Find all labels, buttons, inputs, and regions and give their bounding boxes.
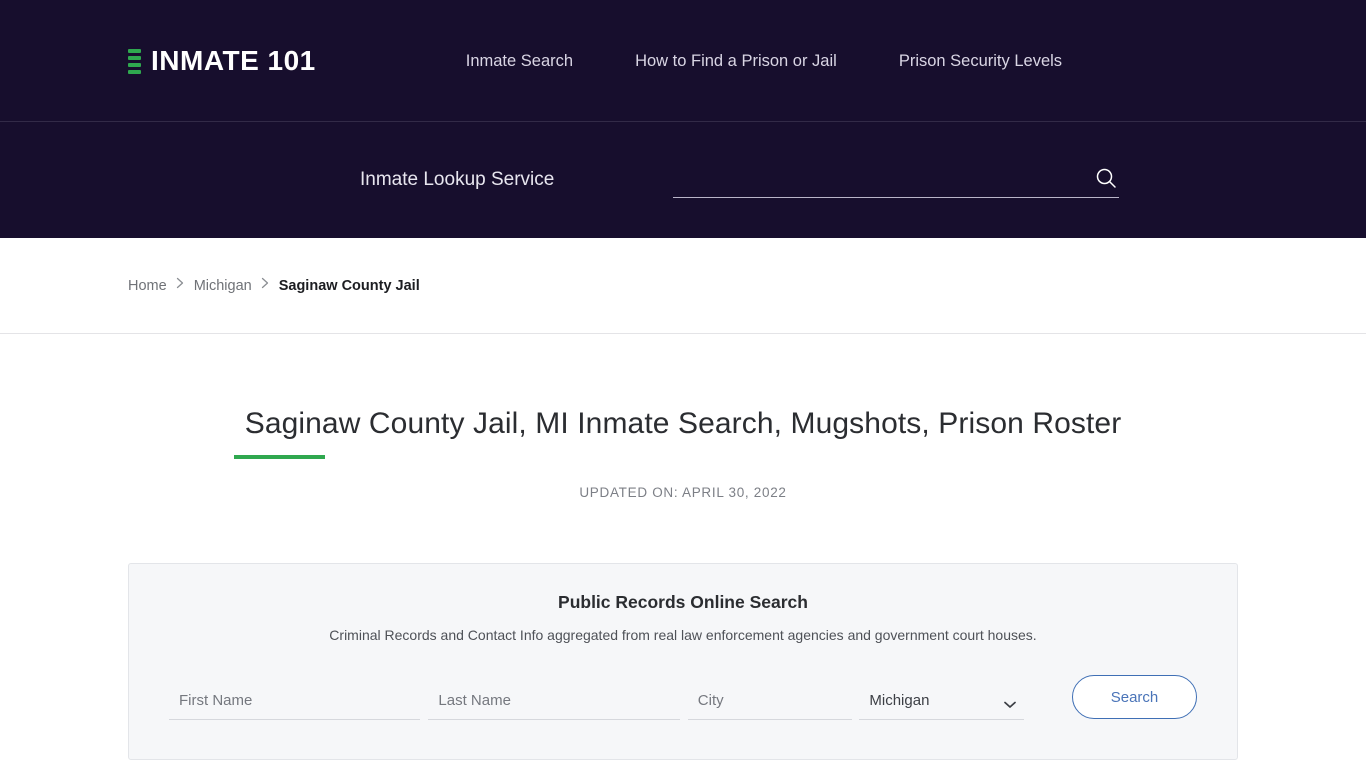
breadcrumb-chevron-right-icon-2 <box>261 277 270 292</box>
first-name-field <box>169 686 421 720</box>
logo-bars-icon <box>128 48 141 75</box>
city-field <box>687 686 853 720</box>
state-select[interactable]: Michigan <box>859 688 1024 717</box>
public-records-search-panel: Public Records Online Search Criminal Re… <box>128 563 1238 760</box>
breadcrumb: Home Michigan Saginaw County Jail <box>128 278 420 294</box>
last-name-field <box>428 686 680 720</box>
public-records-title: Public Records Online Search <box>558 592 808 612</box>
site-search-submit-button[interactable] <box>1095 167 1117 189</box>
search-icon <box>1095 168 1117 192</box>
page-title: Saginaw County Jail, MI Inmate Search, M… <box>244 407 1122 440</box>
inmate-lookup-bar: Inmate Lookup Service <box>0 122 1366 238</box>
first-name-input[interactable] <box>169 688 421 717</box>
breadcrumb-item-michigan[interactable]: Michigan <box>194 278 252 294</box>
header-divider <box>0 121 1366 122</box>
last-updated-text: UPDATED ON: APRIL 30, 2022 <box>579 485 787 500</box>
nav-item-inmate-search[interactable]: Inmate Search <box>466 52 573 71</box>
inmate-lookup-service-label: Inmate Lookup Service <box>360 169 555 190</box>
breadcrumb-chevron-right-icon <box>176 277 185 292</box>
lookup-bar-inner: Inmate Lookup Service <box>0 162 1366 198</box>
title-accent-rule <box>234 455 325 459</box>
site-header: INMATE 101 Inmate Search How to Find a P… <box>0 0 1366 122</box>
public-records-form: Michigan Search <box>169 675 1197 720</box>
main-content: Saginaw County Jail, MI Inmate Search, M… <box>0 334 1366 760</box>
breadcrumb-inner: Home Michigan Saginaw County Jail <box>0 278 1366 294</box>
public-records-search-button[interactable]: Search <box>1072 675 1197 719</box>
site-search-form <box>673 162 1120 198</box>
logo-text: INMATE 101 <box>151 45 316 76</box>
main-navigation: Inmate Search How to Find a Prison or Ja… <box>466 52 1062 71</box>
site-logo[interactable]: INMATE 101 <box>128 47 316 75</box>
nav-item-how-to-find-a-prison-or-jail[interactable]: How to Find a Prison or Jail <box>635 52 837 71</box>
search-button-wrapper: Search <box>1072 675 1197 720</box>
state-field: Michigan <box>859 686 1024 720</box>
city-input[interactable] <box>687 688 853 717</box>
breadcrumb-item-current: Saginaw County Jail <box>278 277 420 294</box>
site-search-input[interactable] <box>673 162 1120 198</box>
nav-item-prison-security-levels[interactable]: Prison Security Levels <box>899 52 1062 71</box>
last-name-input[interactable] <box>428 688 680 717</box>
breadcrumb-bar: Home Michigan Saginaw County Jail <box>0 238 1366 334</box>
header-inner: INMATE 101 Inmate Search How to Find a P… <box>0 47 1366 75</box>
breadcrumb-item-home[interactable]: Home <box>128 278 167 294</box>
public-records-subtitle: Criminal Records and Contact Info aggreg… <box>329 627 1037 643</box>
